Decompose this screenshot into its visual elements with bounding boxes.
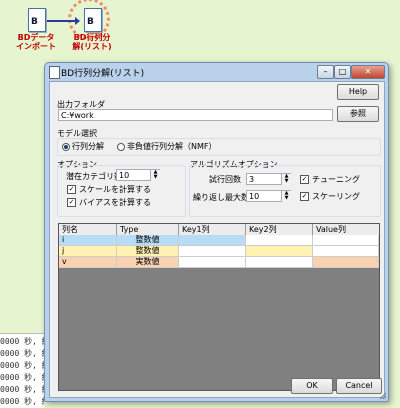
- max-iter-spinner[interactable]: ▲ ▼: [281, 191, 291, 202]
- cell-role-2[interactable]: [179, 257, 246, 268]
- node-label: BD行列分 解(リスト): [72, 33, 112, 51]
- ok-button[interactable]: OK: [291, 378, 333, 394]
- title-bar[interactable]: BD行列分解(リスト) – □ ✕: [45, 63, 388, 80]
- scale-checkbox[interactable]: ✓: [67, 185, 76, 194]
- scale-check-label: スケールを計算する: [79, 185, 151, 194]
- cell-role-3[interactable]: [246, 257, 313, 268]
- node-bd-factorize[interactable]: B BD行列分 解(リスト): [62, 8, 122, 51]
- trials-label: 試行回数: [209, 175, 241, 184]
- cell-role-3[interactable]: [246, 246, 313, 257]
- cell-role-3[interactable]: [246, 235, 313, 246]
- log-line: 0000 秒, 経: [0, 337, 44, 346]
- header-key2[interactable]: Key2列: [246, 224, 313, 235]
- table-header: 列名 Type Key1列 Key2列 Value列: [59, 224, 379, 235]
- output-folder-input[interactable]: C:¥work: [58, 109, 333, 121]
- maximize-button[interactable]: □: [334, 65, 351, 79]
- cell-role-2[interactable]: [179, 246, 246, 257]
- header-value[interactable]: Value列: [313, 224, 379, 235]
- node-bd-import[interactable]: B BDデータ インポート: [6, 8, 66, 51]
- browse-button[interactable]: 参照: [337, 106, 379, 122]
- column-table: 列名 Type Key1列 Key2列 Value列 i 整数値 j 整数値 v 実数値: [58, 223, 380, 391]
- cell-type: 実数値: [117, 257, 179, 268]
- help-button[interactable]: Help: [337, 84, 379, 100]
- doc-factorize-icon: B: [82, 8, 102, 32]
- max-iter-label: 繰り返し最大数: [193, 193, 249, 202]
- dialog-body: Help 出力フォルダ C:¥work 参照 モデル選択 行列分解 非負値行列分…: [49, 81, 385, 398]
- trials-spinner[interactable]: ▲ ▼: [281, 174, 291, 185]
- doc-import-icon: B: [26, 8, 46, 32]
- bias-checkbox[interactable]: ✓: [67, 198, 76, 207]
- latent-count-label: 潜在カテゴリ数: [66, 172, 122, 181]
- scaling-check-label: スケーリング: [312, 192, 360, 201]
- cell-role-4[interactable]: [313, 257, 379, 268]
- model-radio-mf[interactable]: [62, 143, 70, 151]
- console-log[interactable]: 0000 秒, 経 0000 秒, 経 0000 秒, 経 0000 秒, 経 …: [0, 333, 44, 408]
- log-line: 0000 秒, 経: [0, 397, 44, 406]
- model-option-label: 行列分解: [72, 142, 104, 151]
- bias-check-label: バイアスを計算する: [79, 198, 151, 207]
- factorize-dialog: BD行列分解(リスト) – □ ✕ Help 出力フォルダ C:¥work 参照…: [44, 62, 389, 402]
- cell-column-name: v: [59, 257, 117, 268]
- header-key1[interactable]: Key1列: [179, 224, 246, 235]
- cell-column-name: j: [59, 246, 117, 257]
- node-label: BDデータ インポート: [16, 33, 56, 51]
- scaling-checkbox[interactable]: ✓: [300, 192, 309, 201]
- minimize-button[interactable]: –: [317, 65, 334, 79]
- resize-grip-icon[interactable]: [379, 392, 387, 400]
- log-line: 0000 秒, 経: [0, 349, 44, 358]
- close-button[interactable]: ✕: [351, 65, 385, 79]
- table-row[interactable]: v 実数値: [59, 257, 379, 268]
- log-line: 0000 秒, 経: [0, 373, 44, 382]
- log-line: 0000 秒, 経: [0, 361, 44, 370]
- cell-role-4[interactable]: [313, 235, 379, 246]
- dialog-title: BD行列分解(リスト): [61, 69, 145, 79]
- cell-type: 整数値: [117, 246, 179, 257]
- cell-type: 整数値: [117, 235, 179, 246]
- latent-count-spinner[interactable]: ▲ ▼: [150, 170, 160, 181]
- header-column-name[interactable]: 列名: [59, 224, 117, 235]
- table-row[interactable]: i 整数値: [59, 235, 379, 246]
- cell-role-2[interactable]: [179, 235, 246, 246]
- model-radio-nmf[interactable]: [117, 143, 125, 151]
- log-line: 0000 秒, 経: [0, 385, 44, 394]
- model-select-group: [57, 138, 381, 156]
- cell-role-4[interactable]: [313, 246, 379, 257]
- table-row[interactable]: j 整数値: [59, 246, 379, 257]
- cancel-button[interactable]: Cancel: [336, 378, 382, 394]
- tuning-checkbox[interactable]: ✓: [300, 175, 309, 184]
- cell-column-name: i: [59, 235, 117, 246]
- app-icon: [49, 66, 60, 79]
- model-option-label: 非負値行列分解（NMF）: [127, 142, 217, 151]
- header-type[interactable]: Type: [117, 224, 179, 235]
- tuning-check-label: チューニング: [312, 175, 360, 184]
